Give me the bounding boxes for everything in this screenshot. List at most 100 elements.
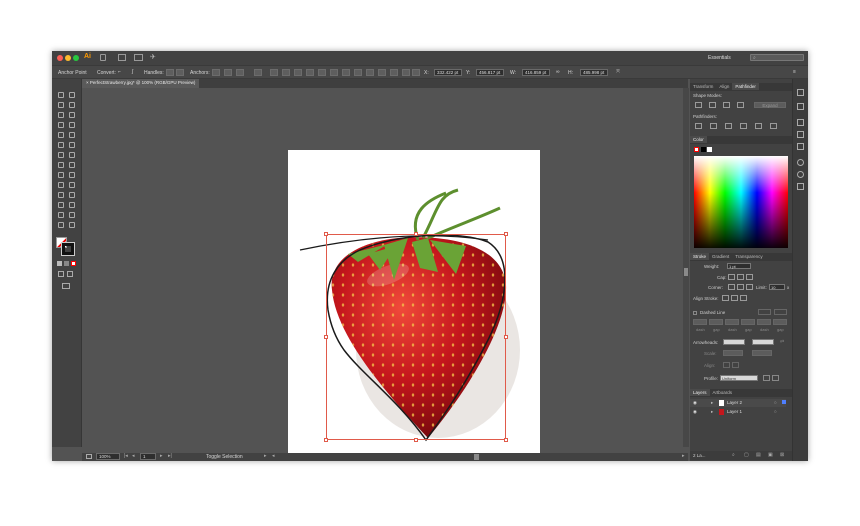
align-dashes-icon[interactable] — [774, 309, 787, 315]
connect-anchor-icon[interactable] — [224, 69, 232, 76]
butt-cap-icon[interactable] — [728, 274, 735, 280]
handle-top-right[interactable] — [504, 232, 508, 236]
w-field[interactable]: 416.859 pt — [522, 69, 550, 76]
weight-field[interactable]: 1 pt — [727, 263, 751, 269]
expand-layer-icon[interactable]: ▸ — [711, 400, 713, 406]
arrowhead-end-scale-field[interactable] — [752, 350, 772, 356]
layer-row-2[interactable]: ◉ ▸ Layer 2 ○ — [690, 399, 786, 407]
tab-transform[interactable]: Transform — [690, 83, 716, 90]
graphic-styles-icon[interactable] — [797, 171, 804, 178]
pen-tool-icon[interactable] — [58, 112, 64, 118]
hide-handles-icon[interactable] — [176, 69, 184, 76]
properties-icon[interactable] — [797, 103, 804, 110]
blend-tool-icon[interactable] — [69, 192, 75, 198]
trim-icon[interactable] — [710, 123, 717, 129]
color-mode-icon[interactable] — [57, 261, 62, 266]
brushes-icon[interactable] — [797, 131, 804, 138]
align-middle-icon[interactable] — [318, 69, 326, 76]
align-stroke-center-icon[interactable] — [722, 295, 729, 301]
selection-bounding-box[interactable] — [326, 234, 506, 440]
swatches-icon[interactable] — [797, 119, 804, 126]
distribute-top-icon[interactable] — [342, 69, 350, 76]
status-text[interactable]: Toggle Selection — [206, 454, 243, 460]
miter-join-icon[interactable] — [728, 284, 735, 290]
handle-top-center[interactable] — [414, 232, 418, 236]
arrowhead-end-select[interactable] — [752, 339, 774, 345]
align-right-icon[interactable] — [294, 69, 302, 76]
close-window-button[interactable] — [57, 55, 63, 61]
align-left-icon[interactable] — [270, 69, 278, 76]
align-stroke-inside-icon[interactable] — [731, 295, 738, 301]
align-top-icon[interactable] — [306, 69, 314, 76]
symbol-sprayer-tool-icon[interactable] — [58, 202, 64, 208]
paintbrush-tool-icon[interactable] — [69, 132, 75, 138]
free-transform-tool-icon[interactable] — [69, 162, 75, 168]
align-center-icon[interactable] — [282, 69, 290, 76]
none-mode-icon[interactable] — [71, 261, 76, 266]
preserve-dashes-icon[interactable] — [758, 309, 771, 315]
delete-layer-icon[interactable]: ⊠ — [780, 452, 784, 458]
draw-normal-icon[interactable] — [58, 271, 64, 277]
projecting-cap-icon[interactable] — [746, 274, 753, 280]
workspace-switcher[interactable]: Essentials — [708, 55, 731, 61]
handle-bottom-center[interactable] — [414, 438, 418, 442]
handle-bottom-right[interactable] — [504, 438, 508, 442]
minimize-window-button[interactable] — [65, 55, 71, 61]
locate-object-icon[interactable]: ⌕ — [732, 452, 735, 458]
scroll-left-icon[interactable]: ◂ — [272, 453, 275, 459]
artboard-tool-icon[interactable] — [58, 212, 64, 218]
align-stroke-outside-icon[interactable] — [740, 295, 747, 301]
y-field[interactable]: 456.817 pt — [476, 69, 504, 76]
direct-selection-tool-icon[interactable] — [69, 92, 75, 98]
scroll-right-icon[interactable]: ▸ — [682, 453, 685, 459]
eye-icon[interactable]: ◉ — [693, 409, 697, 415]
control-menu-icon[interactable]: ≡ — [793, 69, 796, 75]
shaper-tool-icon[interactable] — [58, 142, 64, 148]
color-spectrum[interactable] — [694, 156, 788, 248]
gap-field-2[interactable] — [741, 319, 755, 325]
next-artboard-icon[interactable]: ▸ — [160, 453, 163, 459]
dash-field-1[interactable] — [693, 319, 707, 325]
dash-field-3[interactable] — [757, 319, 771, 325]
intersect-icon[interactable] — [723, 102, 730, 108]
hand-tool-icon[interactable] — [58, 222, 64, 228]
align-to-icon[interactable] — [412, 69, 420, 76]
arrow-tip-at-end-icon[interactable] — [732, 362, 739, 368]
slice-tool-icon[interactable] — [69, 212, 75, 218]
color-black-swatch[interactable] — [701, 147, 706, 152]
profile-select[interactable]: Uniform — [720, 375, 758, 381]
tab-color[interactable]: Color — [690, 136, 707, 143]
curvature-tool-icon[interactable] — [69, 112, 75, 118]
merge-icon[interactable] — [725, 123, 732, 129]
eraser-tool-icon[interactable] — [69, 142, 75, 148]
remove-anchor-icon[interactable] — [212, 69, 220, 76]
symbols-icon[interactable] — [797, 143, 804, 150]
layer-name[interactable]: Layer 2 — [727, 400, 742, 405]
dash-field-2[interactable] — [725, 319, 739, 325]
expand-button[interactable]: Expand — [754, 102, 786, 108]
convert-corner-icon[interactable]: ⌐ — [118, 69, 121, 75]
arrange-documents-icon[interactable] — [134, 54, 143, 61]
close-tab-icon[interactable]: × — [86, 80, 89, 85]
layer-row-1[interactable]: ◉ ▸ Layer 1 ○ — [690, 408, 786, 416]
distribute-middle-icon[interactable] — [354, 69, 362, 76]
stroke-swatch[interactable] — [61, 242, 75, 256]
tab-layers[interactable]: Layers — [690, 389, 710, 396]
distribute-center-icon[interactable] — [390, 69, 398, 76]
dashed-line-checkbox[interactable] — [693, 311, 697, 315]
minus-back-icon[interactable] — [770, 123, 777, 129]
tab-transparency[interactable]: Transparency — [732, 253, 765, 260]
document-tab[interactable]: × PerfectStrawberry.jpg* @ 100% (RGB/GPU… — [82, 79, 200, 88]
flip-along-icon[interactable] — [763, 375, 770, 381]
shape-builder-tool-icon[interactable] — [58, 172, 64, 178]
stock-icon[interactable] — [118, 54, 126, 61]
arrowhead-start-select[interactable] — [723, 339, 745, 345]
artboard-navigator-icon[interactable] — [86, 454, 92, 459]
distribute-bottom-icon[interactable] — [366, 69, 374, 76]
transform-icon[interactable]: ⤧ — [616, 69, 620, 75]
crop-icon[interactable] — [740, 123, 747, 129]
tab-gradient[interactable]: Gradient — [709, 253, 732, 260]
perspective-grid-tool-icon[interactable] — [69, 172, 75, 178]
convert-smooth-icon[interactable]: ʃ — [132, 69, 133, 75]
handle-middle-right[interactable] — [504, 335, 508, 339]
